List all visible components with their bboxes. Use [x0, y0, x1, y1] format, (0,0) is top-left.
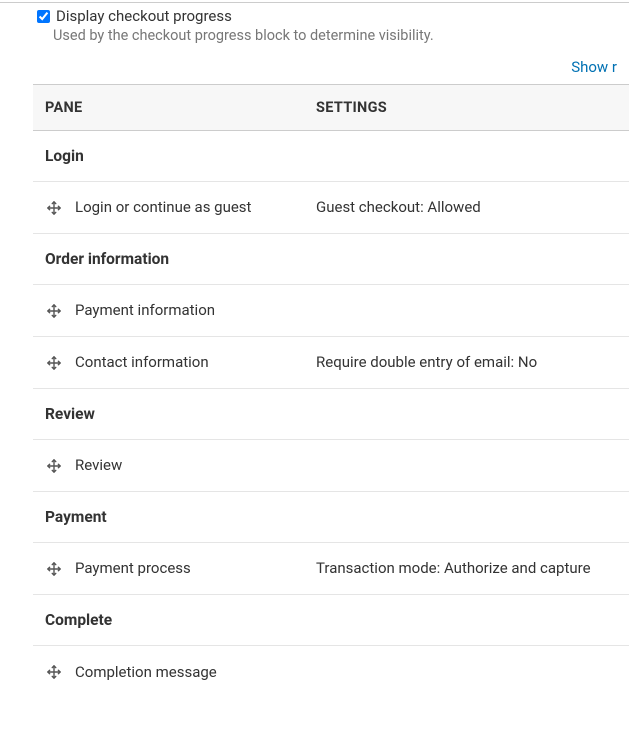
- settings-cell: [304, 297, 629, 325]
- table-row: Completion message: [33, 646, 629, 698]
- section-header: Login: [33, 131, 629, 182]
- display-checkout-progress-label: Display checkout progress: [56, 7, 232, 25]
- drag-handle-icon[interactable]: [45, 201, 63, 215]
- section-header: Review: [33, 389, 629, 440]
- drag-handle-icon[interactable]: [45, 356, 63, 370]
- section-header: Order information: [33, 234, 629, 285]
- drag-handle-icon[interactable]: [45, 665, 63, 679]
- panes-table: PANE SETTINGS Login Login or continue as…: [33, 84, 629, 698]
- display-checkout-progress-checkbox[interactable]: [37, 10, 50, 23]
- section-header: Complete: [33, 595, 629, 646]
- pane-label: Payment information: [75, 300, 215, 321]
- table-row: Payment process Transaction mode: Authori…: [33, 543, 629, 595]
- pane-label: Review: [75, 455, 122, 476]
- pane-cell: Payment process: [33, 544, 304, 593]
- drag-handle-icon[interactable]: [45, 562, 63, 576]
- column-header-pane: PANE: [33, 85, 304, 130]
- display-checkout-progress-description: Used by the checkout progress block to d…: [0, 27, 629, 52]
- pane-label: Login or continue as guest: [75, 197, 251, 218]
- settings-cell: Require double entry of email: No: [304, 338, 629, 386]
- column-header-settings: SETTINGS: [304, 85, 629, 130]
- pane-cell: Review: [33, 441, 304, 490]
- table-header: PANE SETTINGS: [33, 85, 629, 131]
- pane-cell: Contact information: [33, 338, 304, 387]
- display-checkout-progress-field: Display checkout progress: [0, 3, 629, 27]
- pane-label: Contact information: [75, 352, 209, 373]
- pane-label: Payment process: [75, 558, 191, 579]
- settings-cell: Guest checkout: Allowed: [304, 183, 629, 231]
- settings-cell: Transaction mode: Authorize and capture: [304, 544, 629, 592]
- table-row: Login or continue as guest Guest checkout…: [33, 182, 629, 234]
- section-header: Payment: [33, 492, 629, 543]
- settings-cell: [304, 658, 629, 686]
- table-row: Contact information Require double entry …: [33, 337, 629, 389]
- pane-cell: Completion message: [33, 648, 304, 697]
- table-row: Review: [33, 440, 629, 492]
- table-row: Payment information: [33, 285, 629, 337]
- pane-cell: Payment information: [33, 286, 304, 335]
- pane-cell: Login or continue as guest: [33, 183, 304, 232]
- pane-label: Completion message: [75, 662, 217, 683]
- drag-handle-icon[interactable]: [45, 304, 63, 318]
- settings-cell: [304, 452, 629, 480]
- drag-handle-icon[interactable]: [45, 459, 63, 473]
- show-row-weights-link[interactable]: Show r: [571, 58, 617, 76]
